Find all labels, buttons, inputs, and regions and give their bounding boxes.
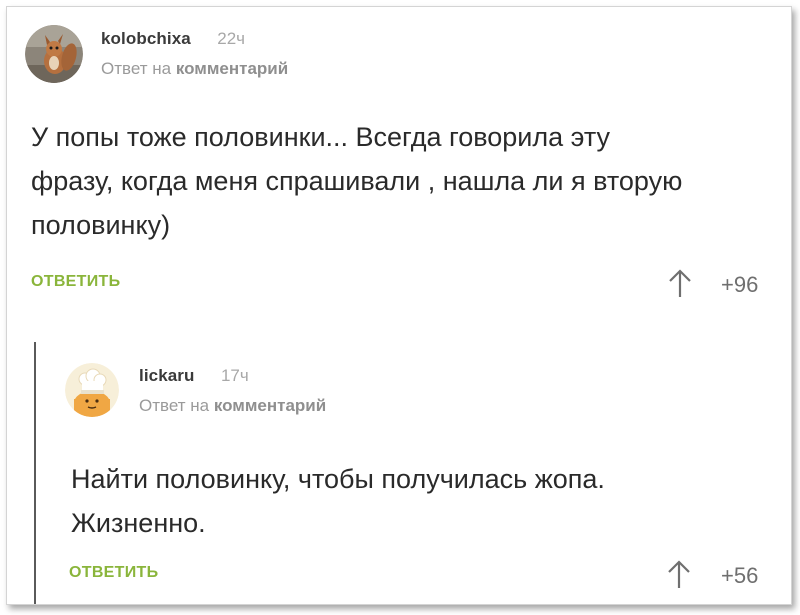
parent-comment-link[interactable]: комментарий (214, 396, 326, 415)
comment-text-line: Найти половинку, чтобы получилась жопа. (71, 464, 605, 494)
comment-meta: kolobchixa 22ч Ответ на комментарий (101, 29, 288, 79)
comment-timestamp: 17ч (220, 366, 249, 385)
username-link[interactable]: lickaru (139, 366, 195, 385)
comment-text-line: фразу, когда меня спрашивали , нашла ли … (31, 166, 683, 196)
reply-info: Ответ на комментарий (139, 396, 326, 416)
comment-text-line: половинку) (31, 210, 171, 240)
reply-button[interactable]: ОТВЕТИТЬ (69, 564, 158, 582)
username-link[interactable]: kolobchixa (101, 29, 191, 48)
upvote-arrow-icon[interactable] (666, 559, 692, 589)
parent-comment-link[interactable]: комментарий (176, 59, 288, 78)
squirrel-avatar-icon (25, 25, 83, 83)
comment-text-line: У попы тоже половинки... Всегда говорила… (31, 122, 611, 152)
screenshot-frame: kolobchixa 22ч Ответ на комментарий У по… (6, 6, 792, 605)
comment-score: +96 (721, 272, 759, 297)
reply-thread-line (34, 342, 36, 604)
comment-timestamp: 22ч (217, 29, 246, 48)
comment-score: +56 (721, 563, 759, 588)
reply-prefix: Ответ на (101, 59, 172, 78)
reply-info: Ответ на комментарий (101, 59, 288, 79)
chef-avatar-icon (65, 363, 119, 417)
upvote-arrow-icon[interactable] (667, 268, 693, 298)
reply-prefix: Ответ на (139, 396, 210, 415)
user-avatar[interactable] (25, 25, 83, 83)
comment-actions: ОТВЕТИТЬ +96 (31, 268, 771, 298)
reply-button[interactable]: ОТВЕТИТЬ (31, 273, 120, 291)
user-avatar[interactable] (65, 363, 119, 417)
comment-text-line: Жизненно. (71, 508, 206, 538)
comment-meta: lickaru 17ч Ответ на комментарий (139, 366, 326, 416)
comment-body: У попы тоже половинки... Всегда говорила… (31, 115, 771, 247)
comment-body: Найти половинку, чтобы получилась жопа. … (71, 457, 771, 545)
comment-actions: ОТВЕТИТЬ +56 (69, 559, 769, 589)
